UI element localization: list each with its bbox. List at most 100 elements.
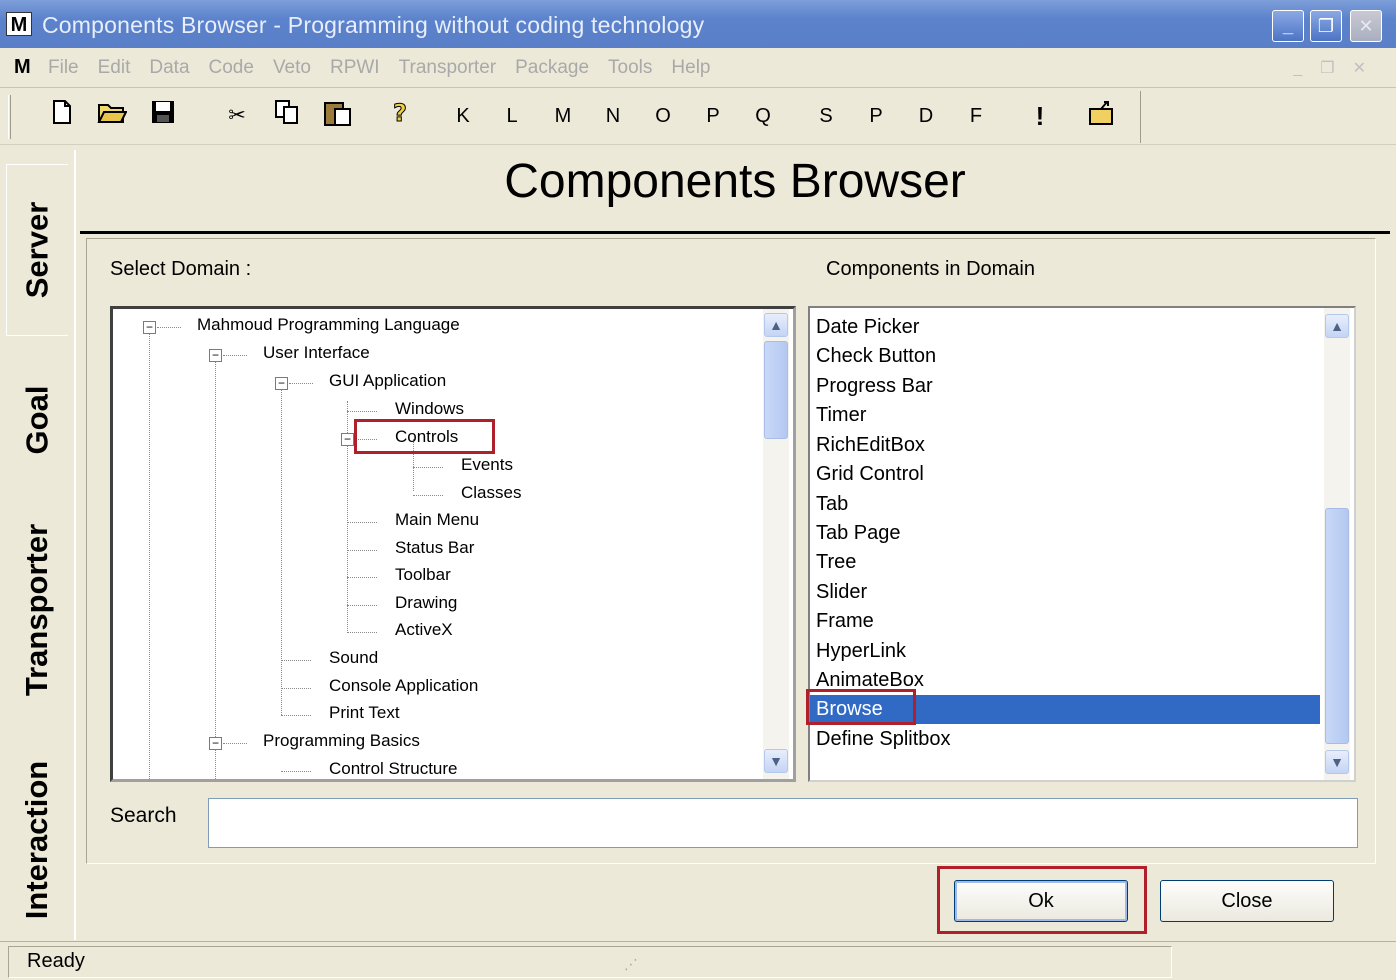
search-input[interactable] — [208, 798, 1358, 848]
tree-node-control-structure[interactable]: Control Structure — [329, 759, 458, 779]
open-folder-icon[interactable] — [96, 99, 128, 133]
list-item[interactable]: Tab — [810, 490, 1320, 519]
menu-package[interactable]: Package — [515, 57, 589, 79]
tree-node-windows[interactable]: Windows — [395, 399, 464, 419]
menu-help[interactable]: Help — [671, 57, 710, 79]
list-item[interactable]: Frame — [810, 607, 1320, 636]
scroll-thumb[interactable] — [764, 341, 788, 439]
toolbar-k-button[interactable]: K — [451, 99, 475, 133]
tree-node-classes[interactable]: Classes — [461, 483, 521, 503]
toolbar-exclaim-button[interactable]: ! — [1028, 99, 1052, 133]
list-item[interactable]: Timer — [810, 401, 1320, 430]
toolbar-grip[interactable] — [8, 95, 11, 139]
toolbar-n-button[interactable]: N — [601, 99, 625, 133]
tree-node-main-menu[interactable]: Main Menu — [395, 510, 479, 530]
tree-node-user-interface[interactable]: User Interface — [263, 343, 370, 363]
list-item[interactable]: Progress Bar — [810, 372, 1320, 401]
scroll-thumb[interactable] — [1325, 508, 1349, 744]
tree-collapse-icon[interactable]: − — [209, 737, 222, 750]
tree-node-toolbar[interactable]: Toolbar — [395, 565, 451, 585]
help-icon[interactable]: ? — [386, 99, 416, 133]
restore-button[interactable]: ❐ — [1310, 10, 1342, 42]
toolbar-separator — [1140, 91, 1141, 143]
menu-transporter[interactable]: Transporter — [399, 57, 497, 79]
toolbar-s-button[interactable]: S — [814, 99, 838, 133]
tree-node-programming-basics[interactable]: Programming Basics — [263, 731, 420, 751]
tree-line — [347, 411, 377, 412]
tab-server[interactable]: Server — [6, 164, 68, 336]
toolbar-p2-button[interactable]: P — [864, 99, 888, 133]
tree-node-print-text[interactable]: Print Text — [329, 703, 400, 723]
minimize-button[interactable]: _ — [1272, 10, 1304, 42]
menu-code[interactable]: Code — [209, 57, 254, 79]
tree-node-mahmoud[interactable]: Mahmoud Programming Language — [197, 315, 460, 335]
menu-file[interactable]: File — [48, 57, 79, 79]
domain-tree[interactable]: − Mahmoud Programming Language − User In… — [110, 306, 796, 782]
list-item[interactable]: Tab Page — [810, 519, 1320, 548]
tab-goal[interactable]: Goal — [6, 360, 68, 480]
tree-node-events[interactable]: Events — [461, 455, 513, 475]
cut-icon[interactable]: ✂ — [222, 99, 252, 133]
list-item[interactable]: Date Picker — [810, 313, 1320, 342]
list-item[interactable]: Tree — [810, 548, 1320, 577]
close-window-button[interactable]: ✕ — [1350, 10, 1382, 42]
title-divider — [80, 231, 1390, 234]
close-button[interactable]: Close — [1160, 880, 1334, 922]
tree-scrollbar[interactable]: ▲ ▼ — [763, 309, 789, 779]
toolbar-q-button[interactable]: Q — [751, 99, 775, 133]
tree-line — [281, 688, 311, 689]
save-icon[interactable] — [148, 99, 178, 133]
scroll-down-icon[interactable]: ▼ — [764, 749, 788, 773]
tree-line — [223, 355, 247, 356]
menu-tools[interactable]: Tools — [608, 57, 652, 79]
tab-interaction[interactable]: Interaction — [6, 742, 68, 938]
tree-line — [413, 495, 443, 496]
title-bar: M Components Browser - Programming witho… — [0, 0, 1396, 48]
tree-collapse-icon[interactable]: − — [341, 433, 354, 446]
status-text: Ready — [8, 946, 1172, 978]
tree-collapse-icon[interactable]: − — [143, 321, 156, 334]
window-title: Components Browser - Programming without… — [42, 12, 705, 38]
toolbar-d-button[interactable]: D — [914, 99, 938, 133]
toolbar-f-button[interactable]: F — [964, 99, 988, 133]
list-item[interactable]: Grid Control — [810, 460, 1320, 489]
toolbar: ✂ ? K L M N O P Q S P D F ! — [0, 89, 1396, 145]
menu-rpwi[interactable]: RPWI — [330, 57, 380, 79]
tree-node-activex[interactable]: ActiveX — [395, 620, 453, 640]
scroll-up-icon[interactable]: ▲ — [1325, 314, 1349, 338]
list-item[interactable]: Slider — [810, 578, 1320, 607]
tree-node-status-bar[interactable]: Status Bar — [395, 538, 474, 558]
mdi-controls[interactable]: _❐✕ — [1293, 58, 1384, 78]
list-item[interactable]: RichEditBox — [810, 431, 1320, 460]
list-item[interactable]: Check Button — [810, 342, 1320, 371]
list-scrollbar[interactable]: ▲ ▼ — [1324, 308, 1350, 780]
paste-icon[interactable] — [322, 99, 354, 133]
page-title: Components Browser — [504, 155, 966, 208]
tree-node-console-application[interactable]: Console Application — [329, 676, 478, 696]
copy-icon[interactable] — [272, 99, 302, 133]
scroll-up-icon[interactable]: ▲ — [764, 313, 788, 337]
export-box-icon[interactable] — [1086, 99, 1118, 133]
new-file-icon[interactable] — [48, 99, 76, 133]
select-domain-label: Select Domain : — [110, 258, 252, 280]
tree-node-drawing[interactable]: Drawing — [395, 593, 457, 613]
toolbar-p-button[interactable]: P — [701, 99, 725, 133]
toolbar-l-button[interactable]: L — [500, 99, 524, 133]
toolbar-m-button[interactable]: M — [551, 99, 575, 133]
menu-data[interactable]: Data — [149, 57, 189, 79]
tree-line — [281, 715, 311, 716]
list-item[interactable]: HyperLink — [810, 637, 1320, 666]
toolbar-o-button[interactable]: O — [651, 99, 675, 133]
scroll-down-icon[interactable]: ▼ — [1325, 750, 1349, 774]
tree-node-sound[interactable]: Sound — [329, 648, 378, 668]
tree-node-gui-application[interactable]: GUI Application — [329, 371, 446, 391]
tab-transporter[interactable]: Transporter — [6, 500, 68, 720]
menu-edit[interactable]: Edit — [98, 57, 131, 79]
list-item[interactable]: Define Splitbox — [810, 725, 1320, 754]
tree-collapse-icon[interactable]: − — [209, 349, 222, 362]
tree-line — [281, 660, 311, 661]
resize-grip-icon[interactable]: ⋰ — [624, 956, 638, 973]
side-tab-edge — [74, 150, 76, 940]
tree-collapse-icon[interactable]: − — [275, 377, 288, 390]
menu-veto[interactable]: Veto — [273, 57, 311, 79]
